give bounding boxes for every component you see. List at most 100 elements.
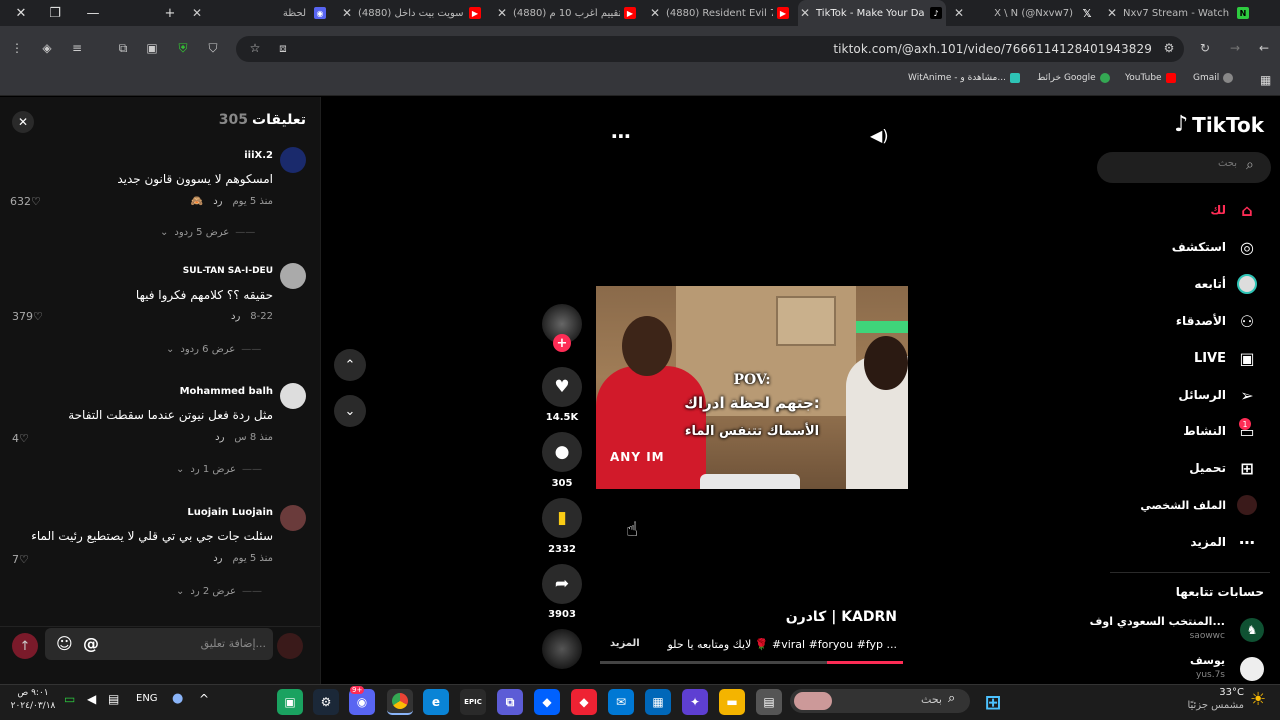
speaker-icon[interactable]: ◀	[87, 692, 96, 706]
install-app-icon[interactable]: ⧈	[274, 39, 292, 57]
nav-more[interactable]: المزيد ⋯	[1190, 531, 1258, 553]
reply-button[interactable]: رد	[231, 311, 240, 322]
view-replies-button[interactable]: ⌄ عرض 2 رد ——	[176, 586, 262, 597]
comment-like[interactable]: 4♡	[12, 432, 29, 445]
close-comments-icon[interactable]: ✕	[12, 111, 34, 133]
comment-like[interactable]: 632♡	[10, 195, 41, 208]
site-settings-icon[interactable]: ⚙	[1160, 39, 1178, 57]
taskbar-chrome-icon[interactable]	[387, 689, 413, 715]
restore-window-icon[interactable]: ❐	[40, 0, 70, 26]
new-tab-icon[interactable]: +	[155, 0, 185, 26]
tab-close-icon[interactable]: ✕	[340, 6, 354, 20]
progress-track[interactable]	[600, 661, 903, 664]
bookmark-star-icon[interactable]: ☆	[246, 39, 264, 57]
music-disc-icon[interactable]	[542, 629, 582, 669]
shield-outline-icon[interactable]: ⛉	[204, 39, 222, 57]
following-name[interactable]: يوسف	[1190, 654, 1225, 667]
tab-7[interactable]: ✕ Nxv7 Stream - Watch N	[1105, 0, 1253, 26]
author-name[interactable]: كادرن | KADRN	[786, 609, 897, 625]
comment-bubble-icon[interactable]: ●	[542, 432, 582, 472]
view-replies-button[interactable]: ⌄ عرض 1 رد ——	[176, 464, 262, 475]
next-video-icon[interactable]: ⌄	[334, 395, 366, 427]
search-icon[interactable]: ⌕	[1246, 157, 1254, 173]
prev-video-icon[interactable]: ⌃	[334, 349, 366, 381]
taskbar-steam-icon[interactable]: ⚙	[313, 689, 339, 715]
tab-3[interactable]: ✕ (4880) تقييم أغرب 10 م ▶	[495, 0, 640, 26]
weather-widget[interactable]: 33°C مشمس جزئيًا	[1176, 686, 1244, 712]
tray-chevron-icon[interactable]: ^	[199, 692, 209, 706]
avatar[interactable]	[280, 147, 306, 173]
emoji-icon[interactable]: ☺	[56, 634, 73, 653]
comment-username[interactable]: iiiX.2	[244, 150, 273, 161]
bookmark-icon[interactable]: ▮	[542, 498, 582, 538]
tab-close-icon[interactable]: ✕	[1105, 6, 1119, 20]
avatar[interactable]	[280, 383, 306, 409]
close-window-icon[interactable]: ✕	[6, 0, 36, 26]
battery-icon[interactable]: ▭	[64, 692, 75, 706]
bookmark-google-maps[interactable]: خرائط Google	[1037, 73, 1110, 83]
reply-button[interactable]: رد	[213, 553, 222, 564]
tab-4[interactable]: ✕ (4880) Resident Evil 7 ▶	[648, 0, 793, 26]
tab-2[interactable]: ✕ (4880) سويت بيت داخل ▶	[340, 0, 485, 26]
taskbar-app2-icon[interactable]: ▤	[756, 689, 782, 715]
tab-close-icon[interactable]: ✕	[495, 6, 509, 20]
bookmark-witanime[interactable]: WitAnime - مشاهدة و...	[908, 73, 1020, 83]
tab-6[interactable]: ✕ X \ N (@Nxvw7) 𝕏	[952, 0, 1097, 26]
taskbar-explorer-icon[interactable]: ▬	[719, 689, 745, 715]
reload-icon[interactable]: ↻	[1196, 39, 1214, 57]
nav-profile[interactable]: الملف الشخصي	[1140, 494, 1258, 516]
tab-close-icon[interactable]: ✕	[798, 6, 812, 20]
taskbar-mail-icon[interactable]: ✉	[608, 689, 634, 715]
video-player[interactable]: ANY IM POV: جتهم لحظة ادراك: الأسماك تتن…	[596, 286, 908, 489]
taskbar-epic-icon[interactable]: EPIC	[460, 689, 486, 715]
like-heart-icon[interactable]: ♥	[542, 367, 582, 407]
taskbar-red-app-icon[interactable]: ◆	[571, 689, 597, 715]
windows-start-icon[interactable]: ⊞	[980, 689, 1006, 715]
avatar[interactable]	[280, 263, 306, 289]
avatar[interactable]	[280, 505, 306, 531]
language-indicator[interactable]: ENG	[136, 693, 158, 704]
taskbar-store-icon[interactable]: ▦	[645, 689, 671, 715]
taskbar-app-xbox-icon[interactable]: ▣	[277, 689, 303, 715]
nav-friends[interactable]: الأصدقاء ⚇	[1176, 310, 1258, 332]
tiktok-logo[interactable]: ♪ TikTok	[1174, 112, 1264, 137]
comment-username[interactable]: Luojain Luojain	[187, 507, 273, 518]
extension-2-icon[interactable]: ▣	[143, 39, 161, 57]
nav-for-you[interactable]: لك ⌂	[1210, 199, 1258, 221]
comment-like[interactable]: 7♡	[12, 553, 29, 566]
taskbar-edge-icon[interactable]: e	[423, 689, 449, 715]
comment-username[interactable]: SUL-TAN SA-I-DEU	[183, 266, 273, 276]
all-bookmarks-icon[interactable]: ▦	[1260, 73, 1271, 87]
clock[interactable]: ٩:٠١ ص ٢٠٢٤/٠٣/١٨	[8, 687, 58, 713]
nav-live[interactable]: LIVE ▣	[1194, 347, 1258, 369]
bookmark-youtube[interactable]: YouTube	[1125, 73, 1176, 83]
tab-close-icon[interactable]: ✕	[648, 6, 662, 20]
taskbar-app-icon[interactable]: ⧉	[497, 689, 523, 715]
send-comment-icon[interactable]: ↑	[12, 633, 38, 659]
following-avatar[interactable]: ♞	[1240, 618, 1264, 642]
network-icon[interactable]: ▤	[108, 692, 119, 706]
shield-icon[interactable]: ⛨	[174, 39, 192, 57]
back-icon[interactable]: ←	[1255, 39, 1273, 57]
tab-1[interactable]: ✕ لحظة ◉	[190, 0, 330, 26]
following-avatar[interactable]	[1240, 657, 1264, 681]
nav-messages[interactable]: الرسائل ➢	[1178, 384, 1258, 406]
bookmark-gmail[interactable]: Gmail	[1193, 73, 1234, 83]
media-control-icon[interactable]: ≡	[68, 39, 86, 57]
share-arrow-icon[interactable]: ➦	[542, 564, 582, 604]
comment-username[interactable]: Mohammed balh	[180, 386, 273, 397]
extension-1-icon[interactable]: ◈	[38, 39, 56, 57]
nav-explore[interactable]: استكشف ◎	[1172, 236, 1258, 258]
forward-icon[interactable]: →	[1226, 39, 1244, 57]
tab-close-icon[interactable]: ✕	[952, 6, 966, 20]
tab-tiktok[interactable]: ✕ TikTok - Make Your Da ♪	[798, 0, 946, 26]
view-replies-button[interactable]: ⌄ عرض 6 ردود ——	[166, 344, 261, 355]
minimize-window-icon[interactable]: —	[78, 0, 108, 26]
reply-button[interactable]: رد	[213, 196, 222, 207]
more-options-icon[interactable]: ⋯	[611, 124, 632, 148]
comment-like[interactable]: 379♡	[12, 310, 43, 323]
browser-menu-icon[interactable]: ⋮	[8, 39, 26, 57]
microphone-icon[interactable]: ●	[172, 691, 183, 706]
view-replies-button[interactable]: ⌄ عرض 5 ردود ——	[160, 227, 255, 238]
follow-plus-icon[interactable]: +	[553, 334, 571, 352]
